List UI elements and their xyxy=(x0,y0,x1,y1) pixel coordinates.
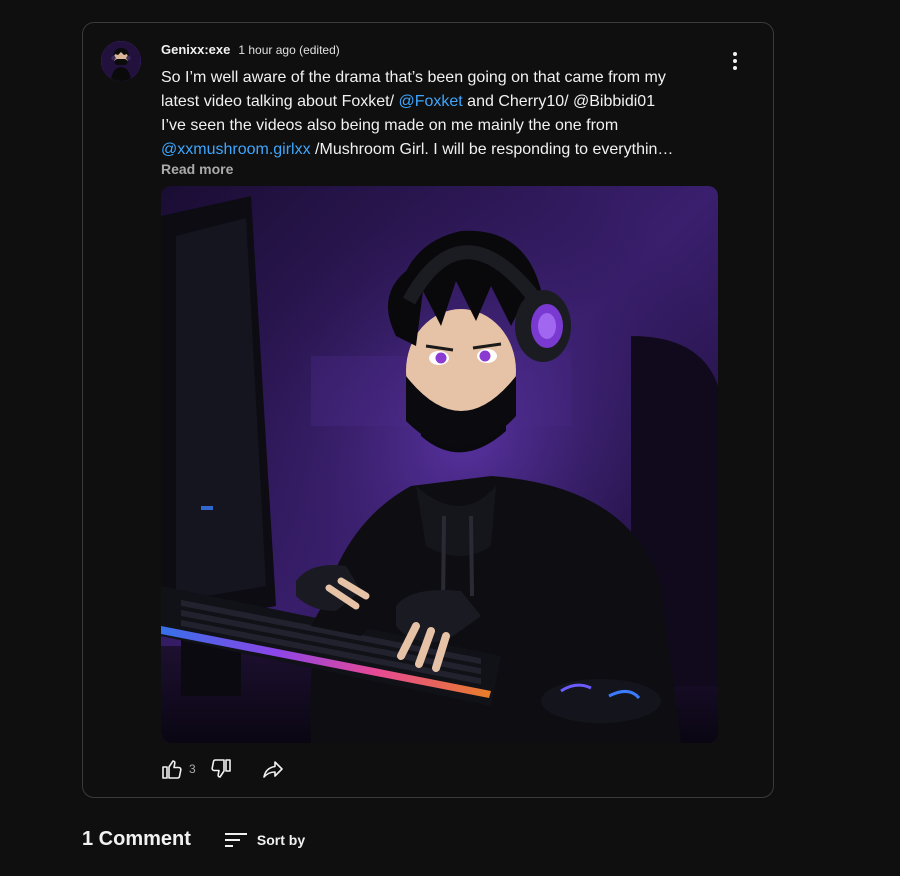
post-body-text: So I’m well aware of the drama that’s be… xyxy=(161,66,721,162)
mention-link-foxket[interactable]: @Foxket xyxy=(398,93,462,110)
thumbs-up-icon xyxy=(162,760,182,779)
like-button[interactable] xyxy=(157,754,187,784)
sort-lines-icon xyxy=(224,832,247,847)
author-avatar[interactable] xyxy=(101,41,141,81)
post-image[interactable] xyxy=(161,186,718,743)
sort-by-label: Sort by xyxy=(256,831,306,848)
post-actions: 3 xyxy=(157,753,288,785)
text-fragment: latest video talking about Foxket/ xyxy=(161,93,399,110)
sort-by-button[interactable]: Sort by xyxy=(224,831,306,849)
thumbs-down-icon xyxy=(211,759,231,778)
post-text-line: latest video talking about Foxket/ @Foxk… xyxy=(161,90,721,114)
mention-link-xxmushroom[interactable]: @xxmushroom.girlxx xyxy=(161,141,311,158)
post-text-line: @xxmushroom.girlxx /Mushroom Girl. I wil… xyxy=(161,138,721,162)
comment-count: 1 Comment xyxy=(82,828,191,850)
gamer-illustration xyxy=(161,186,718,743)
community-post-card: Genixx:exe 1 hour ago (edited) So I’m we… xyxy=(82,22,774,798)
more-vert-icon xyxy=(733,52,737,70)
post-timestamp[interactable]: 1 hour ago (edited) xyxy=(238,43,339,57)
comments-header: 1 Comment Sort by xyxy=(82,828,305,851)
author-name[interactable]: Genixx:exe xyxy=(161,42,230,57)
share-arrow-icon xyxy=(262,761,283,778)
share-button[interactable] xyxy=(258,754,288,784)
text-fragment: and Cherry10/ @Bibbidi01 xyxy=(462,93,656,110)
post-text-line: So I’m well aware of the drama that’s be… xyxy=(161,69,666,86)
like-count: 3 xyxy=(189,762,196,776)
text-fragment: /Mushroom Girl. I will be responding to … xyxy=(310,141,674,158)
read-more-link[interactable]: Read more xyxy=(161,161,233,177)
dislike-button[interactable] xyxy=(206,754,236,784)
post-header: Genixx:exe 1 hour ago (edited) xyxy=(161,42,340,58)
more-actions-button[interactable] xyxy=(723,49,747,73)
post-text-line: I’ve seen the videos also being made on … xyxy=(161,117,619,134)
